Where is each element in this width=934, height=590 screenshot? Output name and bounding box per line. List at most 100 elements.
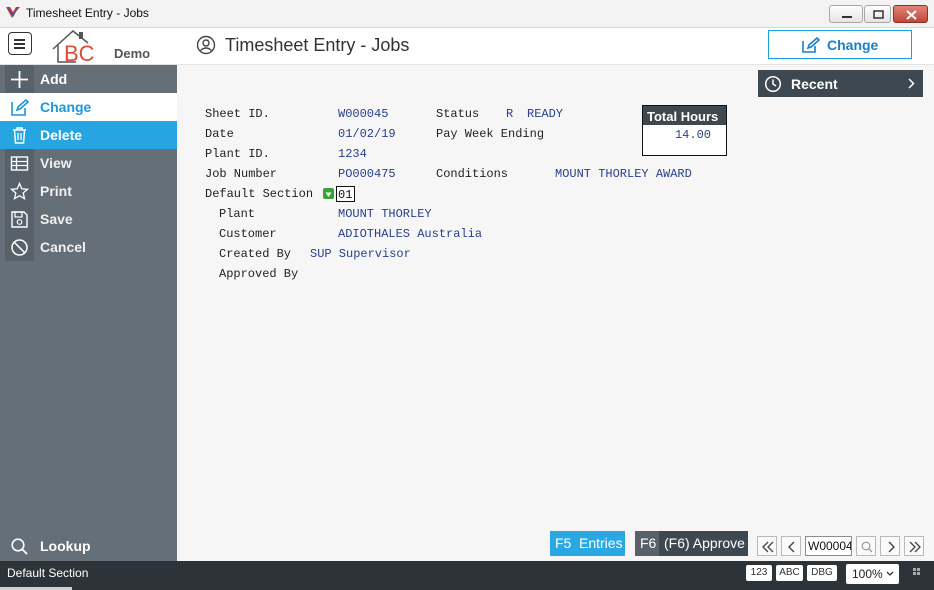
plant-value: MOUNT THORLEY: [338, 207, 432, 221]
sidebar-item-cancel[interactable]: Cancel: [0, 233, 177, 261]
sidebar-item-lookup[interactable]: Lookup: [0, 532, 177, 560]
resize-grip-icon[interactable]: [912, 567, 922, 577]
edit-icon: [802, 37, 821, 53]
close-button[interactable]: [893, 5, 928, 23]
window-titlebar: Timesheet Entry - Jobs: [0, 0, 934, 28]
sidebar-item-label: View: [40, 155, 72, 171]
zoom-value: 100%: [852, 567, 883, 581]
sidebar-item-add[interactable]: Add: [0, 65, 177, 93]
sidebar-item-label: Save: [40, 211, 73, 227]
table-icon: [10, 156, 29, 171]
job-number-label: Job Number: [205, 167, 278, 181]
menu-button[interactable]: [8, 32, 32, 55]
status-text: READY: [527, 107, 564, 121]
created-by-label: Created By: [219, 247, 292, 261]
app-logo-icon: [6, 6, 20, 18]
approve-key: F6: [635, 531, 659, 556]
sidebar-item-view[interactable]: View: [0, 149, 177, 177]
plant-label: Plant: [219, 207, 256, 221]
minimize-icon: [842, 16, 852, 18]
maximize-button[interactable]: [864, 5, 891, 23]
plus-icon: [11, 71, 28, 88]
entries-label: Entries: [579, 535, 623, 551]
main-content: [177, 65, 934, 561]
first-record-button[interactable]: [757, 536, 777, 556]
conditions-label: Conditions: [436, 167, 509, 181]
status-label: Status: [436, 107, 480, 121]
sidebar-item-label: Add: [40, 71, 68, 87]
status-code: R: [506, 107, 514, 121]
search-icon: [11, 538, 28, 555]
ban-icon: [11, 239, 28, 256]
default-section-label: Default Section: [205, 187, 314, 201]
minimize-button[interactable]: [829, 5, 863, 23]
zoom-select[interactable]: 100%: [846, 564, 899, 584]
default-section-input[interactable]: 01: [336, 186, 355, 202]
sidebar-item-label: Delete: [40, 127, 83, 143]
entries-key: F5: [550, 531, 574, 556]
date-value: 01/02/19: [338, 127, 396, 141]
sidebar-item-print[interactable]: Print: [0, 177, 177, 205]
logo-text: Demo: [114, 46, 151, 61]
last-record-button[interactable]: [904, 536, 924, 556]
window-title: Timesheet Entry - Jobs: [26, 6, 149, 20]
edit-icon: [11, 98, 29, 116]
sheet-id-value: W000045: [338, 107, 389, 121]
save-icon: [11, 211, 28, 228]
job-number-value: PO000475: [338, 167, 396, 181]
chevron-down-icon: [886, 571, 894, 576]
section-dropdown-button[interactable]: [323, 188, 334, 199]
conditions-value: MOUNT THORLEY AWARD: [555, 167, 692, 181]
approve-label: (F6) Approve: [664, 535, 745, 551]
pay-week-ending-label: Pay Week Ending: [436, 127, 545, 141]
chevron-left-icon: [788, 541, 795, 553]
approved-by-label: Approved By: [219, 267, 299, 281]
logo-letters: BC: [64, 41, 95, 64]
company-logo: BC: [52, 30, 95, 64]
recent-button[interactable]: Recent: [758, 70, 923, 97]
clock-icon: [764, 75, 782, 93]
chevron-right-icon: [908, 78, 915, 89]
customer-value: ADIOTHALES Australia: [338, 227, 483, 241]
sidebar-item-label: Change: [40, 99, 92, 115]
sidebar-item-save[interactable]: Save: [0, 205, 177, 233]
sidebar-item-label: Cancel: [40, 239, 86, 255]
record-navigator-input[interactable]: W000045: [805, 536, 852, 556]
trash-icon: [13, 127, 26, 144]
app-header: BC Demo Timesheet Entry - Jobs Change: [0, 28, 934, 65]
recent-label: Recent: [791, 76, 838, 92]
total-hours-label: Total Hours: [643, 106, 726, 125]
approve-button[interactable]: F6 (F6) Approve: [635, 531, 748, 556]
customer-label: Customer: [219, 227, 277, 241]
page-title: Timesheet Entry - Jobs: [225, 35, 410, 55]
close-icon: [906, 10, 917, 20]
plant-id-label: Plant ID.: [205, 147, 270, 161]
double-chevron-left-icon: [762, 541, 774, 553]
entries-button[interactable]: F5 Entries: [550, 531, 625, 556]
numeric-mode-badge[interactable]: 123: [746, 565, 772, 581]
total-hours-value: 14.00: [674, 128, 711, 142]
debug-mode-badge[interactable]: DBG: [807, 565, 837, 581]
search-icon: [861, 541, 873, 553]
double-chevron-right-icon: [909, 541, 921, 553]
star-icon: [10, 182, 29, 201]
total-hours-panel: Total Hours 14.00: [642, 105, 727, 156]
status-message: Default Section: [7, 566, 89, 580]
chevron-right-icon: [888, 541, 895, 553]
triangle-down-icon: [325, 192, 332, 197]
sidebar-item-label: Print: [40, 183, 72, 199]
record-search-button[interactable]: [856, 536, 876, 556]
previous-record-button[interactable]: [781, 536, 801, 556]
created-by-value: SUP Supervisor: [310, 247, 411, 261]
plant-id-value: 1234: [338, 147, 367, 161]
maximize-icon: [873, 10, 884, 19]
alpha-mode-badge[interactable]: ABC: [776, 565, 803, 581]
sidebar: Add Change Delete View Print Save Cancel…: [0, 65, 177, 561]
status-bar: Default Section 123 ABC DBG 100%: [0, 561, 934, 590]
sidebar-item-delete[interactable]: Delete: [0, 121, 177, 149]
next-record-button[interactable]: [880, 536, 900, 556]
change-button[interactable]: Change: [768, 30, 912, 59]
sheet-id-label: Sheet ID.: [205, 107, 270, 121]
sidebar-item-change[interactable]: Change: [0, 93, 177, 121]
user-circle-icon: [196, 35, 216, 55]
